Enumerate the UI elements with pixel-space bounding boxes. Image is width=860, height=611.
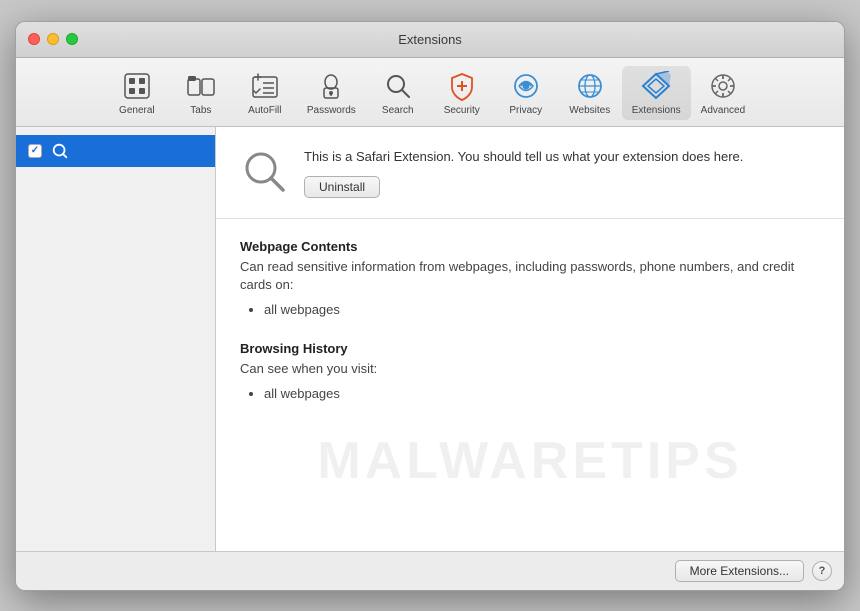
close-button[interactable] [28, 33, 40, 45]
extension-details: This is a Safari Extension. You should t… [304, 147, 820, 199]
webpage-contents-title: Webpage Contents [240, 239, 820, 254]
main-window: Extensions General [15, 21, 845, 591]
general-icon [121, 70, 153, 102]
extension-small-icon [50, 141, 70, 161]
more-extensions-button[interactable]: More Extensions... [675, 560, 804, 582]
search-toolbar-icon [382, 70, 414, 102]
toolbar-item-autofill[interactable]: AutoFill [233, 66, 297, 120]
checkmark-icon: ✓ [31, 145, 39, 156]
content-area: ✓ MALWARETIPS [16, 127, 844, 551]
toolbar-item-security[interactable]: Security [430, 66, 494, 120]
websites-label: Websites [569, 105, 610, 116]
passwords-label: Passwords [307, 105, 356, 116]
websites-icon [574, 70, 606, 102]
window-title: Extensions [398, 32, 462, 47]
webpage-contents-desc: Can read sensitive information from webp… [240, 258, 820, 294]
permissions-section: Webpage Contents Can read sensitive info… [216, 219, 844, 551]
uninstall-button[interactable]: Uninstall [304, 176, 380, 198]
titlebar: Extensions [16, 22, 844, 58]
autofill-icon [249, 70, 281, 102]
toolbar-item-search[interactable]: Search [366, 66, 430, 120]
extensions-icon [640, 70, 672, 102]
toolbar-item-passwords[interactable]: Passwords [297, 66, 366, 120]
advanced-icon [707, 70, 739, 102]
browsing-history-section: Browsing History Can see when you visit:… [240, 341, 820, 405]
toolbar-item-general[interactable]: General [105, 66, 169, 120]
webpage-contents-list: all webpages [264, 300, 820, 321]
extensions-label: Extensions [632, 105, 681, 116]
tabs-label: Tabs [190, 105, 211, 116]
extension-large-icon [240, 147, 288, 195]
toolbar-item-privacy[interactable]: Privacy [494, 66, 558, 120]
extension-description: This is a Safari Extension. You should t… [304, 147, 820, 167]
search-label: Search [382, 105, 414, 116]
passwords-icon [315, 70, 347, 102]
privacy-icon [510, 70, 542, 102]
minimize-button[interactable] [47, 33, 59, 45]
webpage-contents-section: Webpage Contents Can read sensitive info… [240, 239, 820, 321]
help-button[interactable]: ? [812, 561, 832, 581]
autofill-label: AutoFill [248, 105, 281, 116]
security-icon [446, 70, 478, 102]
sidebar: ✓ [16, 127, 216, 551]
advanced-label: Advanced [701, 105, 745, 116]
tabs-icon [185, 70, 217, 102]
browsing-history-list: all webpages [264, 384, 820, 405]
extension-checkbox[interactable]: ✓ [28, 144, 42, 158]
general-label: General [119, 105, 155, 116]
toolbar-item-advanced[interactable]: Advanced [691, 66, 755, 120]
toolbar: General Tabs [16, 58, 844, 127]
toolbar-item-tabs[interactable]: Tabs [169, 66, 233, 120]
main-panel: MALWARETIPS This is a Safari Extension. … [216, 127, 844, 551]
sidebar-item-search-ext[interactable]: ✓ [16, 135, 215, 167]
webpage-contents-item-0: all webpages [264, 300, 820, 321]
browsing-history-title: Browsing History [240, 341, 820, 356]
window-controls [28, 33, 78, 45]
browsing-history-item-0: all webpages [264, 384, 820, 405]
security-label: Security [444, 105, 480, 116]
privacy-label: Privacy [509, 105, 542, 116]
footer: More Extensions... ? [16, 551, 844, 590]
maximize-button[interactable] [66, 33, 78, 45]
extension-info: This is a Safari Extension. You should t… [216, 127, 844, 220]
browsing-history-desc: Can see when you visit: [240, 360, 820, 378]
toolbar-item-websites[interactable]: Websites [558, 66, 622, 120]
toolbar-item-extensions[interactable]: Extensions [622, 66, 691, 120]
